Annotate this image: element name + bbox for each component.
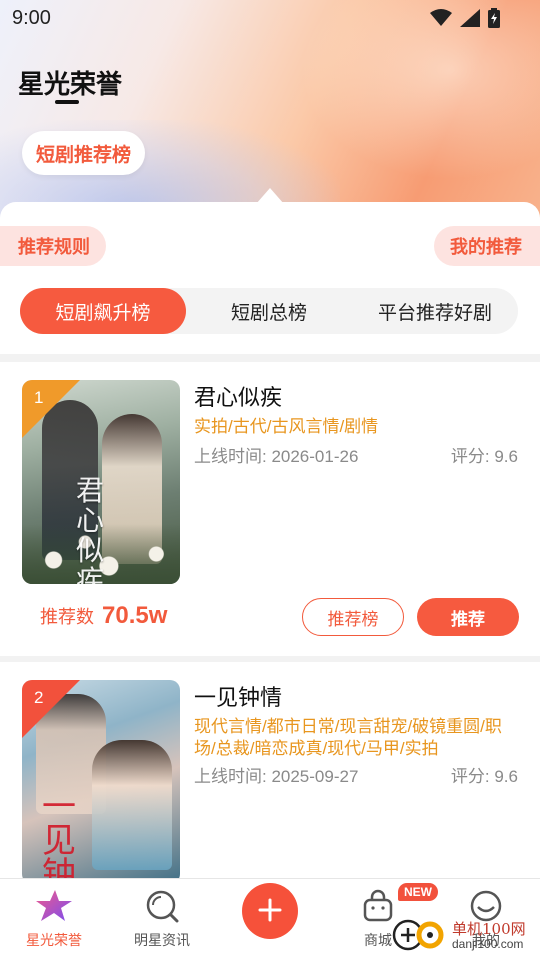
tab-platform-picks[interactable]: 平台推荐好剧 [352, 288, 518, 334]
recommend-count-label: 推荐数 [40, 607, 94, 627]
drama-score: 评分: 9.6 [450, 767, 518, 786]
star-icon [35, 889, 73, 926]
nav-news[interactable]: 明星资讯 [122, 889, 202, 950]
status-time: 9:00 [12, 7, 51, 29]
release-date: 上线时间: 2026-01-26 [194, 447, 359, 466]
signal-icon [460, 9, 480, 32]
tab-rising[interactable]: 短剧飙升榜 [20, 288, 186, 334]
nav-news-label: 明星资讯 [134, 932, 190, 948]
drama-genres: 实拍/古代/古风言情/剧情 [194, 417, 379, 436]
nav-home[interactable]: 星光荣誉 [14, 889, 94, 950]
poster-title-art: 君心似疾 [76, 474, 105, 585]
recommend-count: 推荐数 70.5w [40, 602, 167, 630]
watermark-en: danji100.com [452, 937, 524, 951]
battery-charging-icon [488, 8, 500, 33]
rank-badge [22, 380, 80, 438]
plus-icon [257, 893, 283, 929]
new-badge: NEW [398, 883, 438, 901]
watermark-cn: 单机100网 [452, 920, 526, 938]
drama-genres: 现代言情/都市日常/现言甜宠/破镜重圆/职场/总裁/暗恋成真/现代/马甲/实拍 [194, 717, 502, 758]
rank-number: 1 [34, 388, 44, 407]
watermark-text: 单机100网 danji100.com [452, 922, 526, 952]
magnifier-icon [145, 889, 179, 926]
rank-badge [22, 680, 80, 738]
shopping-bag-icon [361, 889, 395, 926]
recommend-button[interactable]: 推荐 [417, 598, 519, 636]
watermark-logo-icon [392, 917, 446, 958]
page-title: 星光荣誉 [18, 69, 123, 99]
rank-number: 2 [34, 688, 44, 707]
recommend-rules-button[interactable]: 推荐规则 [0, 226, 106, 266]
ranking-tabs: 短剧飙升榜 短剧总榜 平台推荐好剧 [20, 288, 518, 334]
nav-home-label: 星光荣誉 [26, 932, 82, 948]
tab-overall[interactable]: 短剧总榜 [186, 288, 352, 334]
short-drama-ranking-chip[interactable]: 短剧推荐榜 [22, 131, 146, 175]
site-watermark: 单机100网 danji100.com [392, 914, 540, 960]
drama-score: 评分: 9.6 [450, 447, 518, 466]
poster-figure [92, 740, 172, 870]
nav-mall-label: 商城 [364, 932, 392, 948]
poster-title-art: 一见钟情 [42, 787, 76, 878]
title-underline [55, 100, 79, 104]
drama-title[interactable]: 一见钟情 [194, 680, 282, 712]
release-date: 上线时间: 2025-09-27 [194, 767, 359, 786]
add-button[interactable] [242, 883, 298, 939]
recommend-count-value: 70.5w [102, 602, 168, 629]
drama-card[interactable]: 一见钟情 2 一见钟情 现代言情/都市日常/现言甜宠/破镜重圆/职场/总裁/暗恋… [0, 662, 540, 878]
my-recommend-button[interactable]: 我的推荐 [434, 226, 540, 266]
status-icons [430, 8, 500, 33]
wifi-icon [430, 9, 452, 32]
drama-title[interactable]: 君心似疾 [194, 380, 282, 412]
drama-card[interactable]: 君心似疾 1 君心似疾 实拍/古代/古风言情/剧情 上线时间: 2026-01-… [0, 362, 540, 656]
status-bar: 9:00 [0, 0, 540, 36]
ranking-button[interactable]: 推荐榜 [302, 598, 404, 636]
